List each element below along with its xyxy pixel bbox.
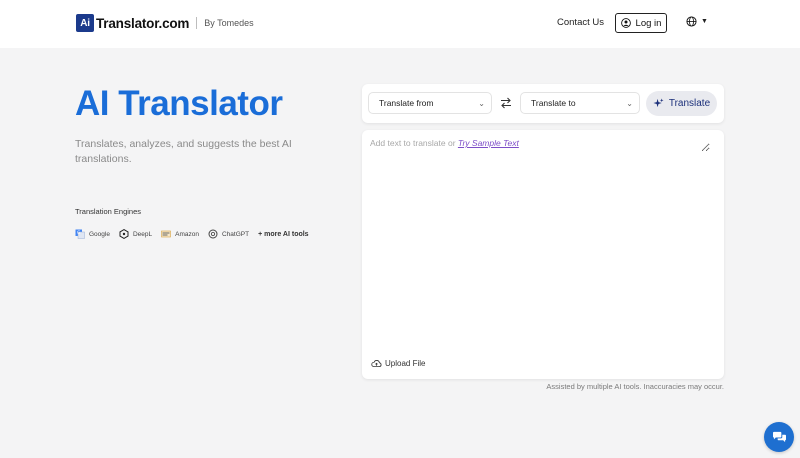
source-text-input[interactable] (370, 138, 710, 152)
translate-to-select[interactable]: Translate to ⌄ (520, 92, 640, 114)
engine-deepl: DeepL (119, 229, 152, 239)
engine-list: G Google DeepL Amazon ChatGPT + more AI … (75, 229, 309, 239)
logo-text: Translator.com (96, 15, 190, 31)
engine-label: Amazon (175, 230, 199, 238)
upload-file-button[interactable]: Upload File (371, 359, 425, 368)
ai-disclaimer: Assisted by multiple AI tools. Inaccurac… (546, 382, 724, 391)
chevron-down-icon: ⌄ (478, 98, 485, 108)
page-subtitle: Translates, analyzes, and suggests the b… (75, 138, 292, 165)
upload-file-label: Upload File (385, 359, 426, 368)
engines-heading: Translation Engines (75, 207, 142, 216)
source-text-panel: Add text to translate or Try Sample Text… (362, 130, 724, 379)
login-button[interactable]: Log in (615, 13, 667, 33)
translate-to-label: Translate to (531, 98, 576, 108)
amazon-icon (161, 229, 171, 239)
chevron-down-icon: ⌄ (626, 98, 633, 108)
language-bar: Translate from ⌄ Translate to ⌄ Translat… (362, 84, 724, 123)
logo-divider (196, 17, 198, 29)
more-ai-tools-link[interactable]: + more AI tools (258, 231, 309, 238)
page-title: AI Translator (75, 84, 283, 123)
chat-widget-button[interactable] (764, 422, 794, 452)
chatgpt-icon (208, 229, 218, 239)
logo-mark: Ai (76, 14, 94, 32)
logo-byline: By Tomedes (204, 18, 254, 28)
sparkle-icon (653, 98, 664, 108)
google-translate-icon: G (75, 229, 85, 239)
translate-label: Translate (668, 98, 711, 109)
svg-text:G: G (77, 230, 81, 236)
login-label: Log in (635, 17, 662, 29)
top-header: Ai Translator.com By Tomedes Contact Us … (0, 0, 800, 48)
engine-label: ChatGPT (221, 230, 250, 238)
contact-us-link[interactable]: Contact Us (557, 17, 604, 28)
globe-icon (686, 16, 697, 27)
language-selector[interactable]: ▼ (686, 16, 708, 27)
translate-from-select[interactable]: Translate from ⌄ (368, 92, 492, 114)
translate-from-label: Translate from (379, 98, 434, 108)
logo[interactable]: Ai Translator.com By Tomedes (76, 14, 254, 32)
swap-languages-icon[interactable] (499, 96, 513, 110)
user-icon (620, 18, 631, 28)
engine-label: DeepL (132, 230, 153, 238)
engine-label: Google (89, 230, 110, 238)
engine-google: G Google (75, 229, 110, 239)
engine-chatgpt: ChatGPT (208, 229, 249, 239)
deepl-icon (119, 229, 129, 239)
engine-amazon: Amazon (161, 229, 199, 239)
chat-icon (772, 431, 786, 442)
chevron-down-icon: ▼ (701, 18, 708, 25)
translate-button[interactable]: Translate (646, 91, 717, 116)
cloud-upload-icon (371, 360, 382, 368)
